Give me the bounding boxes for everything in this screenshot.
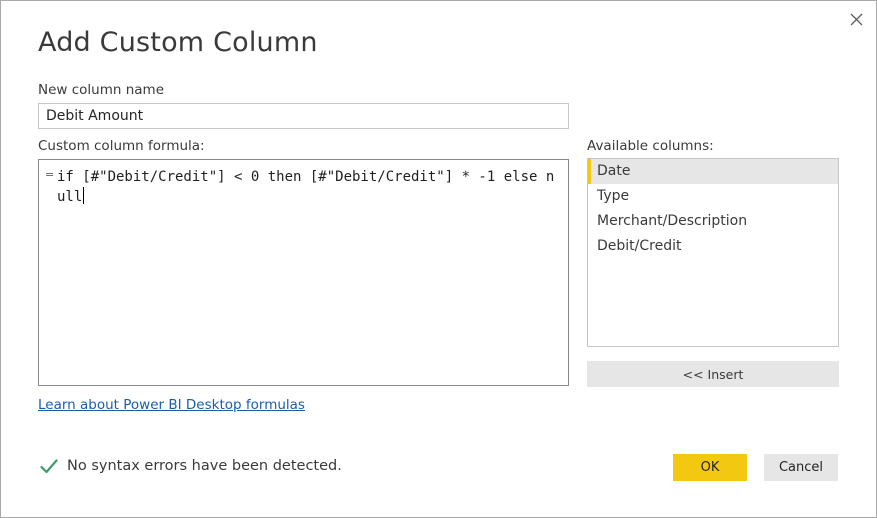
syntax-status-text: No syntax errors have been detected. [67,458,342,474]
text-caret [83,187,85,204]
custom-formula-label: Custom column formula: [38,138,205,154]
ok-button[interactable]: OK [673,454,747,481]
new-column-name-label: New column name [38,82,165,98]
formula-text-wrap: if [#"Debit/Credit"] < 0 then [#"Debit/C… [57,167,560,207]
formula-prefix: = [45,168,55,181]
column-item-type[interactable]: Type [588,184,838,209]
cancel-button[interactable]: Cancel [764,454,838,481]
close-button[interactable] [846,9,866,29]
close-icon [850,13,862,25]
formula-text: if [#"Debit/Credit"] < 0 then [#"Debit/C… [57,169,555,205]
available-columns-label: Available columns: [587,138,714,154]
learn-formulas-link[interactable]: Learn about Power BI Desktop formulas [38,397,305,413]
add-custom-column-dialog: Add Custom Column New column name Custom… [0,0,877,518]
syntax-status: No syntax errors have been detected. [40,458,342,474]
available-columns-list[interactable]: Date Type Merchant/Description Debit/Cre… [587,158,839,347]
column-item-date[interactable]: Date [588,159,838,184]
insert-button[interactable]: << Insert [587,361,839,387]
checkmark-icon [40,458,58,473]
custom-formula-editor[interactable]: = if [#"Debit/Credit"] < 0 then [#"Debit… [38,159,569,386]
dialog-title: Add Custom Column [38,27,318,58]
column-item-debit-credit[interactable]: Debit/Credit [588,234,838,259]
new-column-name-input[interactable] [38,103,569,129]
column-item-merchant-description[interactable]: Merchant/Description [588,209,838,234]
